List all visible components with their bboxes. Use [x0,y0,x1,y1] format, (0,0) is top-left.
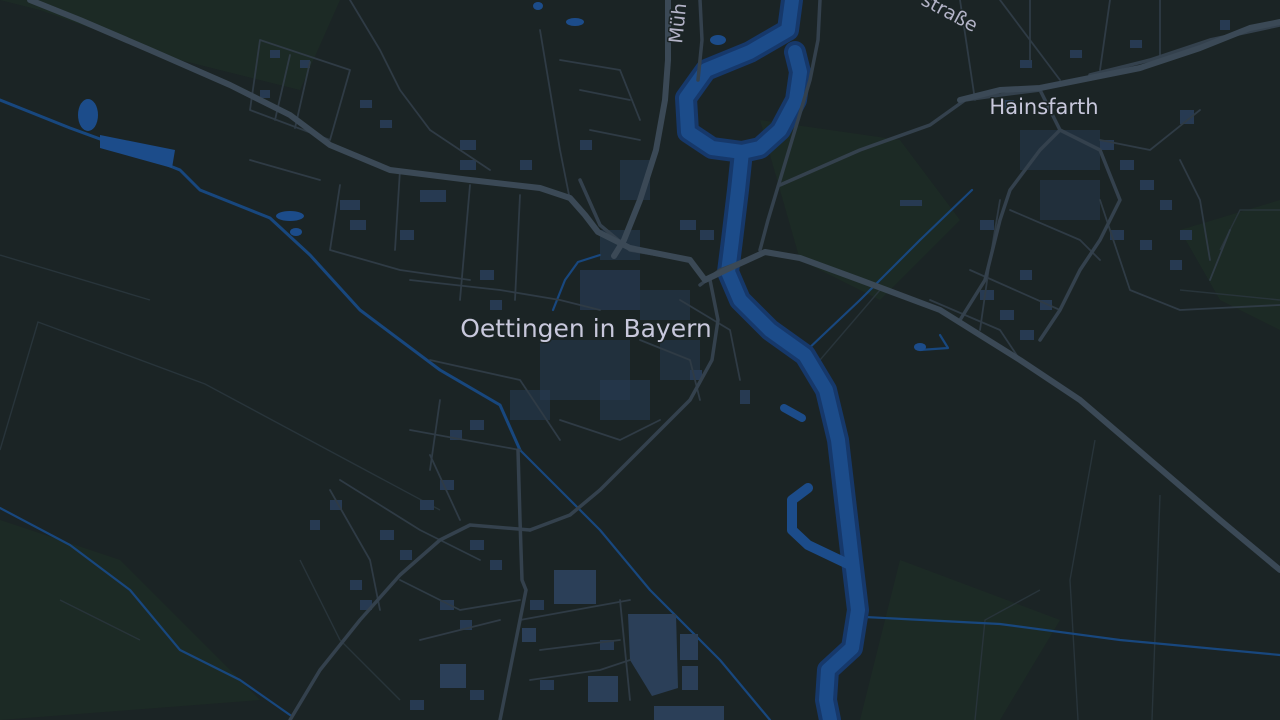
road-label-muehlstrasse: Müh [665,2,691,45]
map-canvas[interactable]: Oettingen in Bayern Hainsfarth Müh straß… [0,0,1280,720]
village-label-hainsfarth[interactable]: Hainsfarth [988,94,1100,121]
town-label-oettingen[interactable]: Oettingen in Bayern [459,313,714,345]
